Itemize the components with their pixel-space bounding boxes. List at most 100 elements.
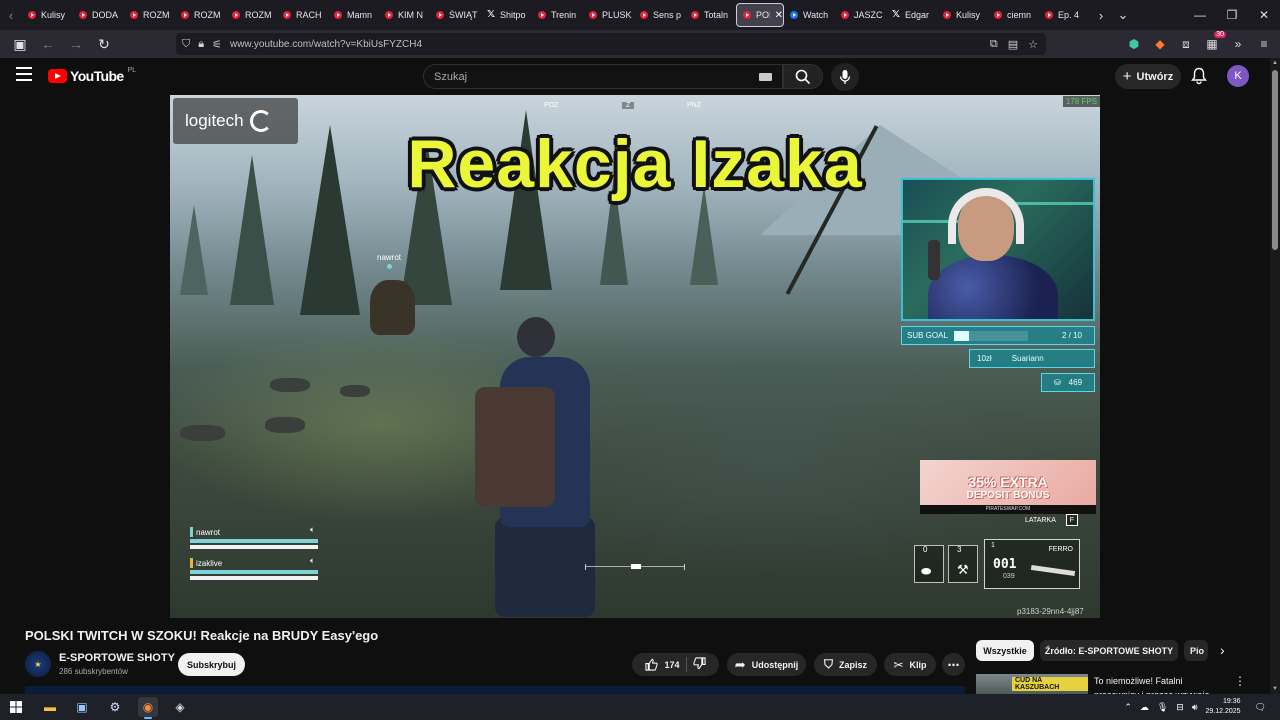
back-icon[interactable]: ← (36, 32, 60, 56)
compass-label: PNZ (687, 102, 701, 109)
fox-extension-icon[interactable]: ◆ (1152, 36, 1168, 52)
like-button[interactable]: 174 (645, 658, 680, 671)
scroll-down-icon[interactable]: ▼ (1272, 686, 1278, 692)
subscribe-button[interactable]: Subskrybuj (178, 653, 245, 676)
save-button[interactable]: ⛉ Zapisz (814, 653, 877, 676)
browser-tab-title: Trenin (551, 10, 577, 20)
account-avatar[interactable]: K (1227, 65, 1249, 87)
tray-overflow-icon[interactable]: ⌃ (1124, 702, 1132, 713)
close-tab-icon[interactable]: ✕ (775, 10, 783, 21)
browser-tab-strip: ‹ Kulisy DODA ROZM ROZM ROZM RACH Mamn KIM N ŚWI… (0, 0, 1280, 30)
tab-scroll-right-icon[interactable]: › (1090, 0, 1112, 30)
minimize-icon[interactable]: — (1184, 0, 1216, 30)
app-menu-icon[interactable]: ≡ (1256, 36, 1272, 52)
search-input[interactable]: Szukaj (423, 64, 783, 89)
browser-tab[interactable]: ROZM (124, 3, 175, 27)
share-button[interactable]: ➦ Udostępnij (727, 653, 806, 676)
restore-icon[interactable]: ❐ (1216, 0, 1248, 30)
youtube-icon (538, 11, 546, 19)
scrollbar-thumb[interactable] (1272, 70, 1278, 250)
permissions-icon[interactable]: ⚟ (212, 38, 222, 51)
browser-tab[interactable]: Ep. 4 (1039, 3, 1090, 27)
recommended-menu-icon[interactable]: ⋮ (1234, 674, 1246, 688)
steam-icon[interactable]: ⚙ (105, 697, 125, 717)
url-text[interactable]: www.youtube.com/watch?v=KbiUsFYZCH4 (230, 39, 422, 50)
reload-icon[interactable]: ↻ (92, 32, 116, 56)
windows-start-icon[interactable] (6, 697, 26, 717)
browser-tab[interactable]: 𝕏 Shitpo (481, 3, 532, 27)
browser-tab[interactable]: DODA (73, 3, 124, 27)
keyboard-icon[interactable] (759, 73, 772, 81)
tab-list-dropdown-icon[interactable]: ⌄ (1112, 0, 1134, 30)
flashlight-key: F (1065, 514, 1078, 526)
shield-icon[interactable]: ⛉ (182, 38, 190, 51)
microphone-tray-icon[interactable]: 🎙︎ (1157, 702, 1168, 713)
browser-tab[interactable]: KIM N (379, 3, 430, 27)
browser-tab[interactable]: RACH (277, 3, 328, 27)
extensions-puzzle-icon[interactable]: ⧈ (1178, 36, 1194, 52)
app-icon[interactable]: ◈ (170, 697, 190, 717)
page-scrollbar[interactable]: ▲ ▼ (1270, 58, 1280, 694)
chip-all[interactable]: Wszystkie (976, 640, 1034, 661)
browser-tab[interactable]: POL ✕ (736, 3, 784, 27)
clock-date: 29.12.2025 (1205, 708, 1241, 715)
badge-extension-icon[interactable]: ▦ 30 (1204, 31, 1226, 52)
browser-tab[interactable]: Watch (784, 3, 835, 27)
remote-desktop-icon[interactable]: ▣ (72, 697, 92, 717)
create-button[interactable]: + Utwórz (1115, 64, 1181, 89)
voice-search-button[interactable] (831, 63, 859, 91)
picture-in-picture-icon[interactable]: ⧉ (990, 38, 998, 51)
browser-tab[interactable]: Kulisy (22, 3, 73, 27)
onedrive-icon[interactable]: ☁ (1140, 702, 1149, 713)
recommended-title[interactable]: To niemożliwe! Fatalni pracownicy i prez… (1094, 674, 1219, 694)
clip-button[interactable]: ✂ Klip (884, 653, 936, 676)
bookmark-star-icon[interactable]: ☆ (1028, 38, 1038, 51)
chip-more[interactable]: Pio (1184, 640, 1208, 661)
network-icon[interactable]: ⊟ (1176, 702, 1184, 713)
address-bar[interactable]: ⛉ 🔒︎ ⚟ www.youtube.com/watch?v=KbiUsFYZC… (176, 33, 1046, 55)
browser-tab[interactable]: Kulisy (937, 3, 988, 27)
browser-tab[interactable]: ROZM (226, 3, 277, 27)
compass-label: POZ (544, 102, 559, 109)
close-window-icon[interactable]: ✕ (1248, 0, 1280, 30)
guide-menu-icon[interactable] (16, 67, 32, 81)
forward-icon[interactable]: → (64, 32, 88, 56)
youtube-icon (943, 11, 951, 19)
browser-tab[interactable]: ŚWIĄT (430, 3, 481, 27)
overflow-chevron-icon[interactable]: » (1230, 36, 1246, 52)
shield-extension-icon[interactable]: ⬢ (1126, 36, 1142, 52)
notifications-button[interactable] (1190, 67, 1208, 85)
description-box[interactable] (25, 686, 965, 694)
system-clock[interactable]: 19:36 29.12.2025 (1206, 697, 1241, 717)
recommended-thumbnail[interactable]: CUD NA KASZUBACH (976, 674, 1088, 694)
scroll-up-icon[interactable]: ▲ (1272, 60, 1278, 66)
browser-tab[interactable]: JASZC (835, 3, 886, 27)
reader-view-icon[interactable]: ▤ (1008, 38, 1018, 51)
youtube-logo[interactable]: YouTube PL (48, 67, 136, 84)
firefox-icon[interactable]: ◉ (138, 697, 158, 719)
address-actions: ⧉ ▤ ☆ (990, 38, 1038, 51)
video-player[interactable]: logitech 178 FPS POZ Z PNZ nawrot Reakcj… (170, 95, 1100, 618)
browser-tab[interactable]: Mamn (328, 3, 379, 27)
browser-tab[interactable]: PLUSK (583, 3, 634, 27)
lock-icon[interactable]: 🔒︎ (198, 38, 204, 51)
browser-tab[interactable]: Sens p (634, 3, 685, 27)
channel-avatar[interactable]: ★ (25, 651, 51, 677)
browser-tab[interactable]: ciemn (988, 3, 1039, 27)
file-explorer-icon[interactable]: ▬ (40, 697, 60, 717)
search-button[interactable] (783, 64, 823, 89)
dislike-button[interactable] (692, 657, 706, 672)
notification-center-icon[interactable]: 🗨︎ (1255, 702, 1266, 713)
channel-name[interactable]: E-SPORTOWE SHOTY (59, 652, 175, 664)
chip-scroll-right-icon[interactable]: › (1220, 642, 1225, 658)
tab-scroll-left-icon[interactable]: ‹ (0, 0, 22, 30)
sidebar-toggle-icon[interactable]: ▣ (8, 32, 32, 56)
more-actions-button[interactable]: ⋯ (942, 653, 965, 676)
chip-source[interactable]: Źródło: E-SPORTOWE SHOTY (1040, 640, 1178, 661)
volume-icon[interactable]: 🔊︎ (1192, 702, 1198, 713)
thumbnail-label: CUD NA KASZUBACH (1012, 677, 1088, 691)
browser-tab[interactable]: Totaln (685, 3, 736, 27)
browser-tab[interactable]: ROZM (175, 3, 226, 27)
browser-tab[interactable]: 𝕏 Edgar (886, 3, 937, 27)
browser-tab[interactable]: Trenin (532, 3, 583, 27)
